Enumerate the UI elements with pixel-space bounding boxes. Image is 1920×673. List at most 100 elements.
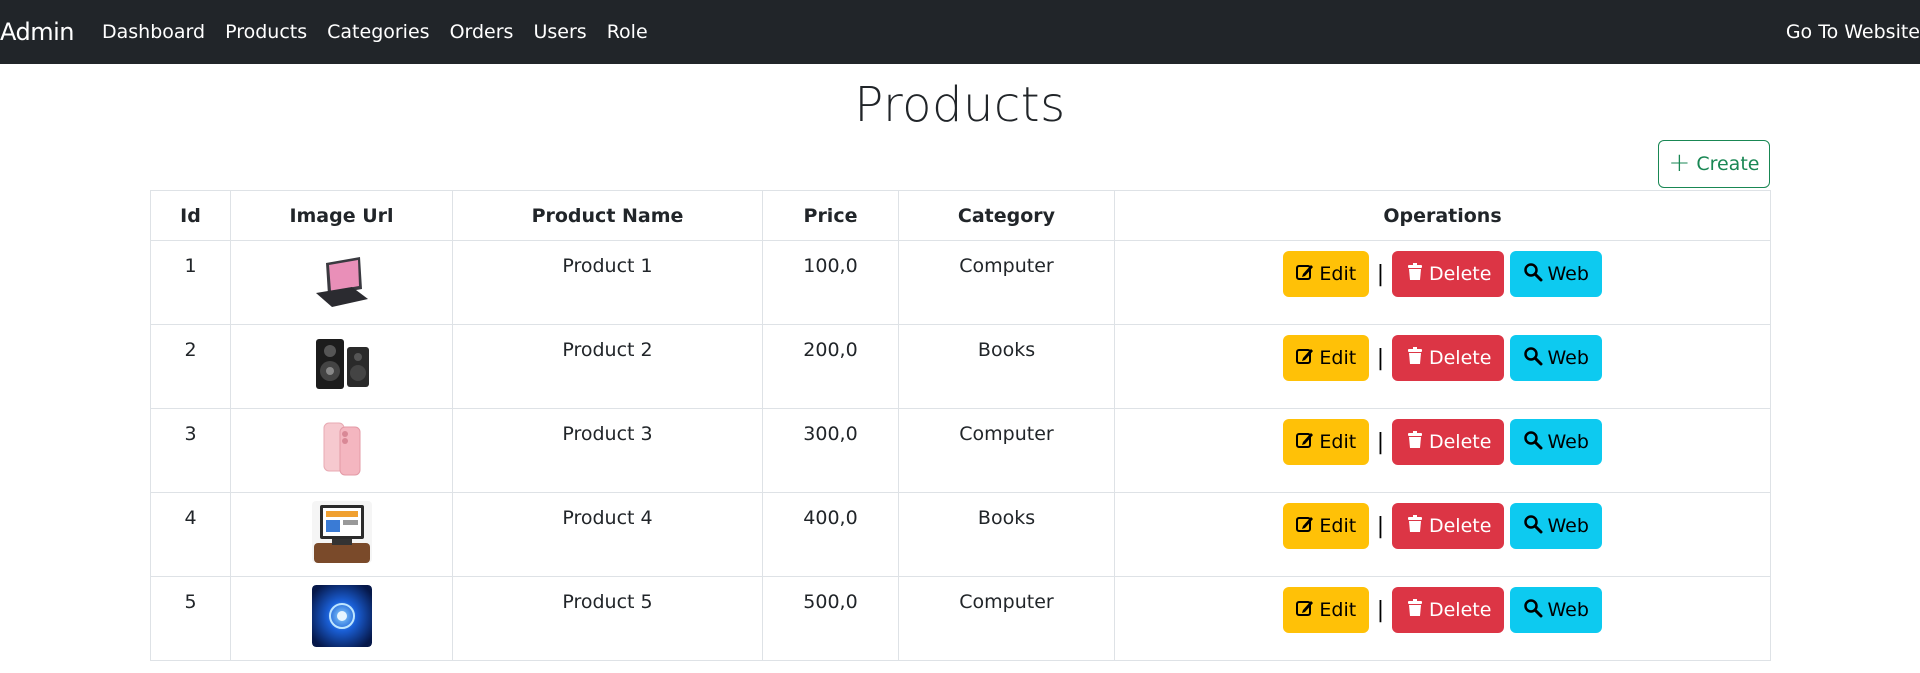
operations-group: Edit | Delete Web xyxy=(1116,251,1769,297)
table-row: 2 Product 2 200,0 Books Edit | Delete Web xyxy=(150,324,1771,409)
cell-product-name: Product 4 xyxy=(452,492,763,577)
nav-link-dashboard[interactable]: Dashboard xyxy=(102,21,205,43)
search-icon xyxy=(1523,598,1543,623)
cell-operations: Edit | Delete Web xyxy=(1114,408,1771,493)
cell-category: Computer xyxy=(898,576,1115,661)
operations-separator: | xyxy=(1376,597,1385,623)
cell-category: Computer xyxy=(898,408,1115,493)
delete-button[interactable]: Delete xyxy=(1392,419,1505,465)
edit-button[interactable]: Edit xyxy=(1282,587,1369,633)
cell-price: 300,0 xyxy=(762,408,899,493)
speakers-image xyxy=(311,333,372,395)
cell-category: Computer xyxy=(898,240,1115,325)
cell-image xyxy=(230,576,453,661)
nav-link-products[interactable]: Products xyxy=(225,21,307,43)
edit-icon xyxy=(1295,262,1315,287)
edit-button[interactable]: Edit xyxy=(1282,251,1369,297)
edit-button-label: Edit xyxy=(1319,599,1357,621)
table-body: 1 Product 1 100,0 Computer Edit | Delete Web 2 Pr… xyxy=(150,240,1771,661)
cell-product-name: Product 3 xyxy=(452,408,763,493)
table-row: 1 Product 1 100,0 Computer Edit | Delete Web xyxy=(150,240,1771,325)
table-row: 3 Product 3 300,0 Computer Edit | Delete Web xyxy=(150,408,1771,493)
trash-icon xyxy=(1405,262,1425,287)
table-header-row: Id Image Url Product Name Price Category… xyxy=(150,190,1771,241)
cell-id: 3 xyxy=(150,408,231,493)
delete-button-label: Delete xyxy=(1428,347,1492,369)
operations-separator: | xyxy=(1376,429,1385,455)
go-to-website-link[interactable]: Go To Website xyxy=(1786,21,1920,43)
nav-link-users[interactable]: Users xyxy=(533,21,586,43)
web-button-label: Web xyxy=(1547,515,1589,537)
edit-button-label: Edit xyxy=(1319,263,1357,285)
delete-button-label: Delete xyxy=(1428,599,1492,621)
column-header-image-url: Image Url xyxy=(230,190,453,241)
cell-price: 500,0 xyxy=(762,576,899,661)
web-button[interactable]: Web xyxy=(1510,503,1603,549)
blue-abstract-image xyxy=(311,585,372,647)
web-button-label: Web xyxy=(1547,347,1589,369)
column-header-id: Id xyxy=(150,190,231,241)
plus-icon: + xyxy=(1668,147,1691,178)
nav-links: Dashboard Products Categories Orders Use… xyxy=(102,21,648,43)
web-button-label: Web xyxy=(1547,599,1589,621)
web-button[interactable]: Web xyxy=(1510,335,1603,381)
web-button[interactable]: Web xyxy=(1510,251,1603,297)
operations-group: Edit | Delete Web xyxy=(1116,419,1769,465)
laptop-image xyxy=(311,249,372,311)
edit-button[interactable]: Edit xyxy=(1282,503,1369,549)
column-header-price: Price xyxy=(762,190,899,241)
create-button[interactable]: + Create xyxy=(1658,140,1770,188)
cell-image xyxy=(230,324,453,409)
delete-button-label: Delete xyxy=(1428,515,1492,537)
column-header-category: Category xyxy=(898,190,1115,241)
edit-icon xyxy=(1295,430,1315,455)
cell-id: 2 xyxy=(150,324,231,409)
cell-image xyxy=(230,408,453,493)
cell-id: 1 xyxy=(150,240,231,325)
delete-button[interactable]: Delete xyxy=(1392,587,1505,633)
web-button[interactable]: Web xyxy=(1510,587,1603,633)
trash-icon xyxy=(1405,430,1425,455)
edit-button-label: Edit xyxy=(1319,431,1357,453)
cell-product-name: Product 5 xyxy=(452,576,763,661)
delete-button[interactable]: Delete xyxy=(1392,503,1505,549)
cell-category: Books xyxy=(898,324,1115,409)
operations-separator: | xyxy=(1376,261,1385,287)
cell-product-name: Product 2 xyxy=(452,324,763,409)
phone-image xyxy=(311,417,372,479)
cell-id: 4 xyxy=(150,492,231,577)
web-button-label: Web xyxy=(1547,431,1589,453)
edit-button[interactable]: Edit xyxy=(1282,419,1369,465)
nav-link-orders[interactable]: Orders xyxy=(450,21,514,43)
nav-link-role[interactable]: Role xyxy=(607,21,648,43)
cell-category: Books xyxy=(898,492,1115,577)
web-button-label: Web xyxy=(1547,263,1589,285)
edit-icon xyxy=(1295,514,1315,539)
column-header-operations: Operations xyxy=(1114,190,1771,241)
cell-price: 100,0 xyxy=(762,240,899,325)
operations-separator: | xyxy=(1376,345,1385,371)
delete-button[interactable]: Delete xyxy=(1392,335,1505,381)
page-title: Products xyxy=(854,77,1066,133)
trash-icon xyxy=(1405,514,1425,539)
edit-icon xyxy=(1295,346,1315,371)
edit-button-label: Edit xyxy=(1319,347,1357,369)
cell-operations: Edit | Delete Web xyxy=(1114,576,1771,661)
nav-link-categories[interactable]: Categories xyxy=(327,21,429,43)
edit-button[interactable]: Edit xyxy=(1282,335,1369,381)
edit-button-label: Edit xyxy=(1319,515,1357,537)
brand-logo[interactable]: Admin xyxy=(0,18,75,46)
operations-separator: | xyxy=(1376,513,1385,539)
search-icon xyxy=(1523,262,1543,287)
cell-image xyxy=(230,492,453,577)
web-button[interactable]: Web xyxy=(1510,419,1603,465)
delete-button-label: Delete xyxy=(1428,431,1492,453)
delete-button[interactable]: Delete xyxy=(1392,251,1505,297)
search-icon xyxy=(1523,430,1543,455)
monitor-image xyxy=(311,501,372,563)
cell-price: 400,0 xyxy=(762,492,899,577)
table-row: 4 Product 4 400,0 Books Edit | Delete Web xyxy=(150,492,1771,577)
table-row: 5 Product 5 500,0 Computer Edit | Delete Web xyxy=(150,576,1771,661)
cell-price: 200,0 xyxy=(762,324,899,409)
trash-icon xyxy=(1405,598,1425,623)
